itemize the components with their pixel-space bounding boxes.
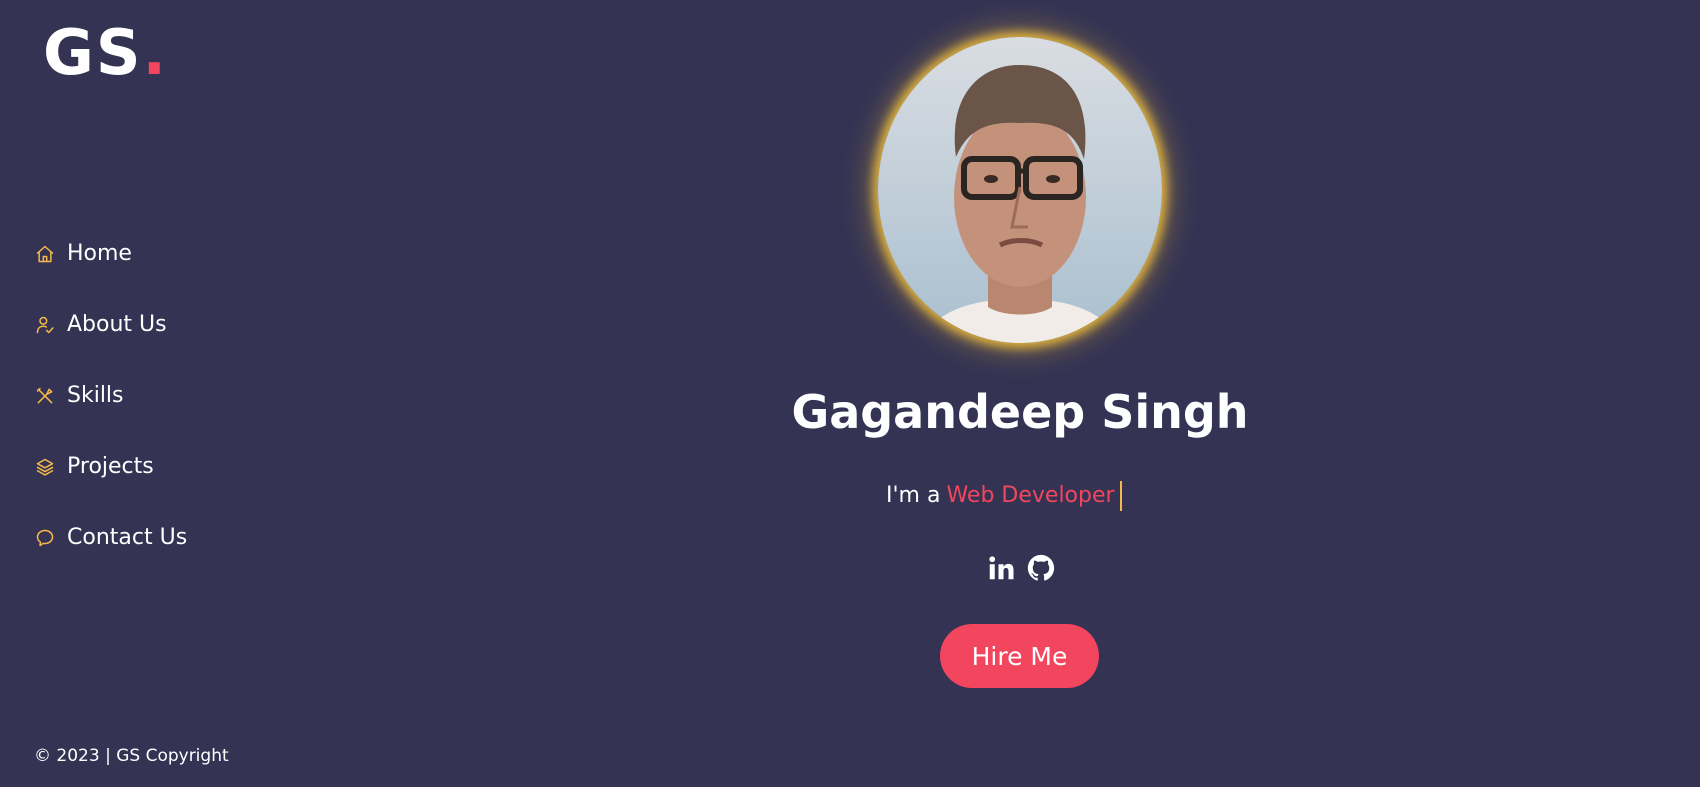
github-icon xyxy=(1027,554,1055,581)
sidebar-item-label: Home xyxy=(67,241,132,266)
chat-bubble-icon xyxy=(34,527,56,549)
portfolio-page: GS. Home About Us Skills Projects Contac… xyxy=(0,0,1700,787)
hero-tagline: I'm a Web Developer xyxy=(886,481,1122,511)
user-check-icon xyxy=(34,314,56,336)
home-icon xyxy=(34,243,56,265)
tagline-prefix: I'm a xyxy=(886,483,941,508)
hire-me-button[interactable]: Hire Me xyxy=(940,624,1099,688)
logo-text: GS xyxy=(43,16,143,89)
tagline-role: Web Developer xyxy=(946,483,1115,508)
layers-icon xyxy=(34,456,56,478)
social-links xyxy=(986,553,1056,583)
sidebar-item-about-us[interactable]: About Us xyxy=(34,307,187,342)
linkedin-icon xyxy=(989,556,1014,580)
sidebar-item-label: Projects xyxy=(67,454,154,479)
sidebar-item-label: About Us xyxy=(67,312,167,337)
sidebar-item-projects[interactable]: Projects xyxy=(34,449,187,484)
sidebar-item-contact-us[interactable]: Contact Us xyxy=(34,520,187,555)
typing-cursor xyxy=(1119,481,1122,511)
footer-copyright: © 2023 | GS Copyright xyxy=(34,746,229,766)
logo-dot: . xyxy=(142,16,169,89)
hero-name: Gagandeep Singh xyxy=(791,385,1249,439)
site-logo[interactable]: GS. xyxy=(43,22,168,84)
sidebar-item-label: Contact Us xyxy=(67,525,188,550)
linkedin-link[interactable] xyxy=(986,553,1016,583)
profile-photo xyxy=(878,37,1162,343)
github-link[interactable] xyxy=(1026,553,1056,583)
sidebar-item-home[interactable]: Home xyxy=(34,236,187,271)
